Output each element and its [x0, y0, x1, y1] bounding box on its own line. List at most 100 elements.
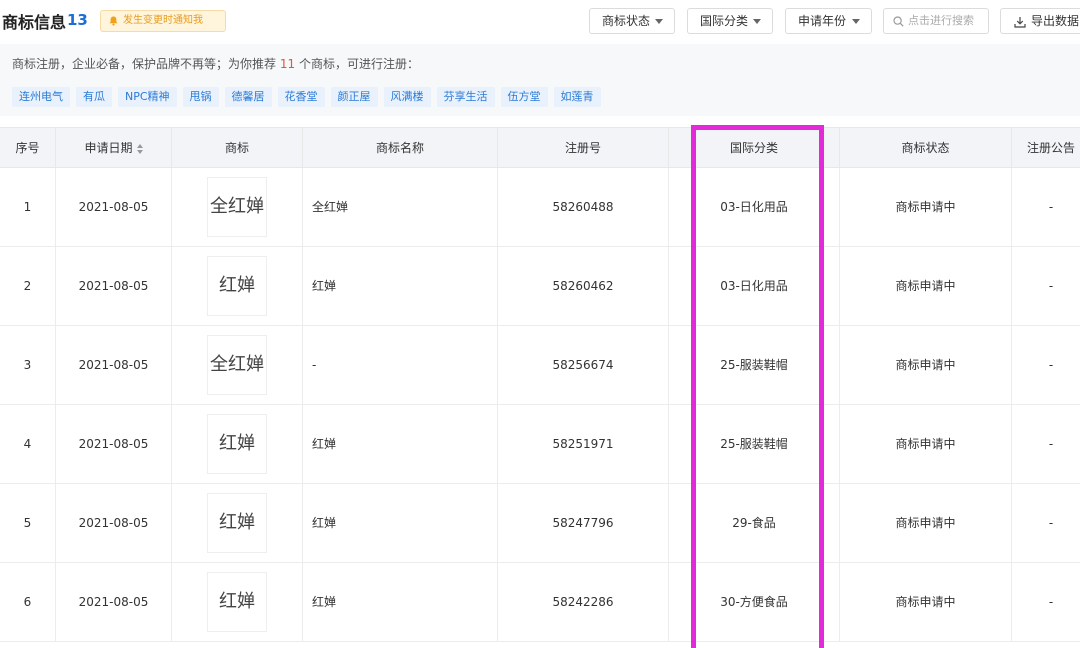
- trademark-logo-image[interactable]: 红婵: [207, 256, 267, 316]
- table-row[interactable]: 4 2021-08-05 红婵 红婵 58251971 25-服装鞋帽 商标申请中 -: [0, 405, 1080, 484]
- notify-label: 发生变更时通知我: [123, 15, 203, 26]
- cell-category-text: 03-日化用品: [720, 279, 788, 293]
- recommend-tag[interactable]: 连州电气: [12, 87, 70, 107]
- cell-reg-no: 58256674: [498, 326, 669, 404]
- column-label: 申请日期: [84, 141, 133, 155]
- caret-down-icon: [753, 19, 761, 24]
- cell-status-text: 商标申请中: [895, 595, 956, 609]
- table-row[interactable]: 5 2021-08-05 红婵 红婵 58247796 29-食品 商标申请中 -: [0, 484, 1080, 563]
- cell-reg-no: 58260462: [498, 247, 669, 325]
- cell-date-text: 2021-08-05: [78, 595, 149, 609]
- cell-category: 29-食品: [669, 484, 840, 562]
- recommend-tag[interactable]: NPC精神: [118, 87, 177, 107]
- recommend-tag[interactable]: 颜正屋: [330, 87, 378, 107]
- cell-date-text: 2021-08-05: [78, 437, 149, 451]
- cell-date: 2021-08-05: [56, 563, 172, 641]
- cell-name: -: [303, 326, 498, 404]
- cell-reg-no-text[interactable]: 58242286: [552, 595, 613, 609]
- cell-date: 2021-08-05: [56, 326, 172, 404]
- cell-name-text[interactable]: -: [312, 358, 316, 372]
- table-row[interactable]: 1 2021-08-05 全红婵 全红婵 58260488 03-日化用品 商标申请中 -: [0, 168, 1080, 247]
- cell-status-text: 商标申请中: [895, 200, 956, 214]
- cell-index-text: 4: [23, 437, 32, 451]
- column-label: 商标: [224, 141, 249, 155]
- cell-reg-no-text[interactable]: 58251971: [552, 437, 613, 451]
- cell-notice: -: [1012, 247, 1080, 325]
- cell-index: 4: [0, 405, 56, 483]
- cell-status-text: 商标申请中: [895, 279, 956, 293]
- cell-status-text: 商标申请中: [895, 437, 956, 451]
- column-header-notice: 注册公告: [1012, 128, 1080, 168]
- column-header-reg-no: 注册号: [498, 128, 669, 168]
- cell-name-text[interactable]: 红婵: [312, 279, 336, 293]
- recommend-tag[interactable]: 如莲青: [553, 87, 601, 107]
- recommend-text: 商标注册，企业必备，保护品牌不再等；为你推荐 11 个商标，可进行注册：: [12, 55, 419, 72]
- trademark-logo-image[interactable]: 全红婵: [207, 335, 267, 395]
- cell-logo: 红婵: [172, 563, 303, 641]
- cell-reg-no-text[interactable]: 58260488: [552, 200, 613, 214]
- filter-international-class[interactable]: 国际分类: [687, 8, 773, 34]
- export-button[interactable]: 导出数据: [1000, 8, 1080, 34]
- cell-notice: -: [1012, 405, 1080, 483]
- cell-logo: 全红婵: [172, 326, 303, 404]
- recommend-tags: 连州电气 有瓜 NPC精神 甩锅 德馨居 花香堂 颜正屋 风满楼 芬享生活 伍方堂 如莲青: [12, 85, 607, 107]
- cell-index: 1: [0, 168, 56, 246]
- cell-index-text: 6: [23, 595, 32, 609]
- cell-date-text: 2021-08-05: [78, 358, 149, 372]
- cell-date-text: 2021-08-05: [78, 516, 149, 530]
- cell-notice: -: [1012, 484, 1080, 562]
- cell-reg-no-text[interactable]: 58256674: [552, 358, 613, 372]
- sort-icon[interactable]: [136, 143, 143, 154]
- cell-notice: -: [1012, 168, 1080, 246]
- column-header-date[interactable]: 申请日期: [56, 128, 172, 168]
- cell-name-text[interactable]: 全红婵: [312, 200, 348, 214]
- filter-label: 申请年份: [798, 14, 847, 28]
- recommend-tag[interactable]: 伍方堂: [500, 87, 548, 107]
- table-row[interactable]: 2 2021-08-05 红婵 红婵 58260462 03-日化用品 商标申请中 -: [0, 247, 1080, 326]
- recommend-tag[interactable]: 芬享生活: [436, 87, 495, 107]
- trademark-logo-image[interactable]: 红婵: [207, 493, 267, 553]
- cell-category-text: 25-服装鞋帽: [720, 358, 788, 372]
- cell-name-text[interactable]: 红婵: [312, 437, 336, 451]
- cell-name-text[interactable]: 红婵: [312, 595, 336, 609]
- cell-reg-no-text[interactable]: 58247796: [552, 516, 613, 530]
- cell-name: 红婵: [303, 247, 498, 325]
- recommend-tag[interactable]: 有瓜: [76, 87, 112, 107]
- recommend-count: 11: [279, 57, 296, 71]
- cell-category-text: 25-服装鞋帽: [720, 437, 788, 451]
- filter-application-year[interactable]: 申请年份: [785, 8, 872, 34]
- cell-notice-text: -: [1048, 279, 1054, 293]
- notify-button[interactable]: 发生变更时通知我: [100, 10, 226, 32]
- caret-down-icon: [852, 19, 860, 24]
- cell-reg-no-text[interactable]: 58260462: [552, 279, 613, 293]
- table-row[interactable]: 6 2021-08-05 红婵 红婵 58242286 30-方便食品 商标申请中 -: [0, 563, 1080, 642]
- table-header: 序号 申请日期 商标 商标名称 注册号 国际分类 商标状态 注册公告: [0, 127, 1080, 168]
- cell-logo: 全红婵: [172, 168, 303, 246]
- column-header-logo: 商标: [172, 128, 303, 168]
- cell-date: 2021-08-05: [56, 405, 172, 483]
- cell-status: 商标申请中: [840, 247, 1012, 325]
- filter-trademark-status[interactable]: 商标状态: [589, 8, 675, 34]
- cell-index: 6: [0, 563, 56, 641]
- trademark-logo-image[interactable]: 红婵: [207, 572, 267, 632]
- recommend-tag[interactable]: 花香堂: [277, 87, 325, 107]
- cell-category-text: 29-食品: [732, 516, 776, 530]
- recommend-tag[interactable]: 德馨居: [224, 87, 272, 107]
- cell-notice-text: -: [1048, 437, 1054, 451]
- cell-date: 2021-08-05: [56, 247, 172, 325]
- cell-reg-no: 58242286: [498, 563, 669, 641]
- recommend-tag[interactable]: 风满楼: [383, 87, 431, 107]
- table-row[interactable]: 3 2021-08-05 全红婵 - 58256674 25-服装鞋帽 商标申请中 -: [0, 326, 1080, 405]
- cell-index-text: 1: [23, 200, 32, 214]
- trademark-logo-image[interactable]: 全红婵: [207, 177, 267, 237]
- trademark-logo-image[interactable]: 红婵: [207, 414, 267, 474]
- column-label: 商标状态: [901, 141, 950, 155]
- recommend-tag[interactable]: 甩锅: [182, 87, 219, 107]
- cell-category: 25-服装鞋帽: [669, 405, 840, 483]
- recommend-prefix: 商标注册，企业必备，保护品牌不再等；为你推荐: [12, 57, 277, 71]
- cell-name-text[interactable]: 红婵: [312, 516, 336, 530]
- cell-notice-text: -: [1048, 516, 1054, 530]
- cell-logo: 红婵: [172, 405, 303, 483]
- cell-index-text: 5: [23, 516, 32, 530]
- search-input[interactable]: 点击进行搜索: [883, 8, 989, 34]
